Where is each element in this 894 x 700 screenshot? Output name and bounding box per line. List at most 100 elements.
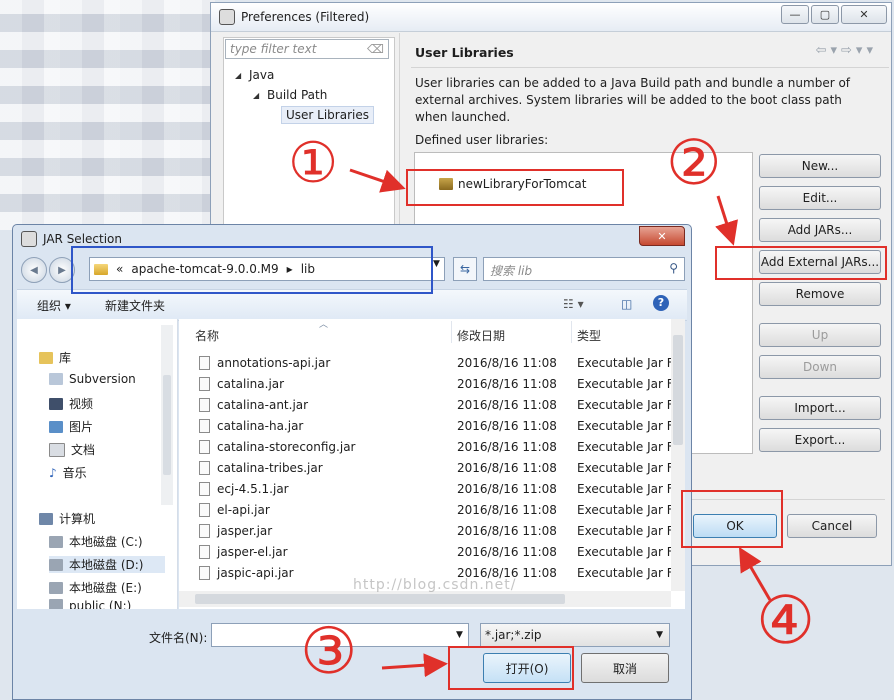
file-type: Executable Jar File [577,524,671,538]
address-dropdown-icon[interactable]: ▼ [433,259,440,269]
down-button[interactable]: Down [759,355,881,379]
nav-scrollbar-thumb[interactable] [163,375,171,475]
add-jars-button[interactable]: Add JARs... [759,218,881,242]
column-name[interactable]: 名称 [195,327,219,344]
file-row[interactable]: jasper.jar 2016/8/16 11:08 Executable Jar … [197,521,671,542]
cancel-button[interactable]: Cancel [787,514,877,538]
tree-item-java[interactable]: Java [249,68,274,82]
close-button[interactable]: ✕ [841,5,887,24]
eclipse-app-icon [219,9,235,25]
subversion-icon [49,373,63,385]
computer-icon [39,512,53,525]
file-date: 2016/8/16 11:08 [457,419,557,433]
file-name: jaspic-api.jar [217,566,294,580]
nav-subversion-label: Subversion [69,372,136,386]
up-button[interactable]: Up [759,323,881,347]
nav-subversion[interactable]: Subversion [49,372,136,386]
help-icon[interactable]: ? [653,295,669,311]
file-type: Executable Jar File [577,398,671,412]
file-row[interactable]: catalina-ha.jar 2016/8/16 11:08 Executable… [197,416,671,437]
nav-drive-c-label: 本地磁盘 (C:) [69,535,143,549]
file-date: 2016/8/16 11:08 [457,524,557,538]
collapse-build-path-icon[interactable]: ◢ [253,91,259,100]
filetype-value: *.jar;*.zip [485,628,542,642]
history-nav[interactable]: ⇦▾⇨▾▾ [816,43,877,58]
export-button[interactable]: Export... [759,428,881,452]
file-name: jasper-el.jar [217,545,288,559]
new-folder-button[interactable]: 新建文件夹 [105,297,165,314]
file-list-vscroll-thumb[interactable] [673,335,683,445]
column-date[interactable]: 修改日期 [457,327,505,344]
file-date: 2016/8/16 11:08 [457,503,557,517]
organize-menu[interactable]: 组织 ▾ [37,297,71,314]
tree-item-user-libraries[interactable]: User Libraries [281,106,374,124]
column-divider[interactable] [451,321,452,343]
nav-videos[interactable]: 视频 [49,395,93,412]
nav-drive-n-label: public (N:) [69,599,132,609]
file-row[interactable]: catalina.jar 2016/8/16 11:08 Executable Ja… [197,374,671,395]
jar-dialog-close-button[interactable]: ✕ [639,226,685,246]
page-title: User Libraries [415,45,514,60]
filename-dropdown-icon[interactable]: ▼ [456,630,463,640]
remove-button[interactable]: Remove [759,282,881,306]
nav-drive-c[interactable]: 本地磁盘 (C:) [49,533,143,550]
file-date: 2016/8/16 11:08 [457,461,557,475]
jar-file-icon [199,545,210,559]
nav-documents-label: 文档 [71,443,96,457]
column-type[interactable]: 类型 [577,327,601,344]
documents-icon [49,442,65,457]
file-type: Executable Jar File [577,545,671,559]
refresh-button[interactable]: ⇆ [453,257,477,281]
jar-file-icon [199,566,210,580]
edit-button[interactable]: Edit... [759,186,881,210]
highlight-add-external [715,246,887,280]
collapse-java-icon[interactable]: ◢ [235,71,241,80]
nav-drive-n[interactable]: public (N:) [49,599,131,609]
drive-e-icon [49,581,63,594]
preview-pane-icon[interactable]: ◫ [621,297,632,311]
file-type: Executable Jar File [577,461,671,475]
file-row[interactable]: el-api.jar 2016/8/16 11:08 Executable Jar … [197,500,671,521]
maximize-button[interactable]: ▢ [811,5,839,24]
nav-libraries[interactable]: 库 [39,349,71,366]
title-divider [411,67,889,68]
file-list-hscroll-thumb[interactable] [195,594,565,604]
filter-input[interactable]: type filter text ⌫ [225,39,389,59]
drive-c-icon [49,535,63,548]
nav-pictures[interactable]: 图片 [49,418,93,435]
column-divider[interactable] [571,321,572,343]
tree-item-build-path[interactable]: Build Path [267,88,327,102]
file-date: 2016/8/16 11:08 [457,482,557,496]
file-row[interactable]: jasper-el.jar 2016/8/16 11:08 Executable J… [197,542,671,563]
back-icon[interactable]: ◀ [21,257,47,283]
nav-drive-d[interactable]: 本地磁盘 (D:) [49,556,165,573]
jar-file-icon [199,503,210,517]
import-button[interactable]: Import... [759,396,881,420]
file-row[interactable]: catalina-tribes.jar 2016/8/16 11:08 Execut… [197,458,671,479]
clear-filter-icon[interactable]: ⌫ [367,42,384,56]
filter-placeholder: type filter text [230,42,317,56]
file-name: catalina.jar [217,377,285,391]
nav-music[interactable]: ♪ 音乐 [49,464,87,481]
view-options-icon[interactable]: ☷ ▾ [563,297,584,311]
search-input[interactable]: 搜索 lib ⚲ [483,257,685,281]
nav-drive-e[interactable]: 本地磁盘 (E:) [49,579,142,596]
nav-computer[interactable]: 计算机 [39,510,95,527]
nav-pictures-label: 图片 [69,420,94,434]
network-drive-icon [49,599,63,609]
filetype-select[interactable]: *.jar;*.zip ▼ [480,623,670,647]
blurred-background-overlay [0,0,215,230]
file-date: 2016/8/16 11:08 [457,377,557,391]
file-row[interactable]: catalina-ant.jar 2016/8/16 11:08 Executabl… [197,395,671,416]
new-button[interactable]: New... [759,154,881,178]
minimize-button[interactable]: — [781,5,809,24]
file-row[interactable]: catalina-storeconfig.jar 2016/8/16 11:08 E… [197,437,671,458]
nav-documents[interactable]: 文档 [49,441,95,458]
step3-marker: ③ [300,615,358,689]
file-name: catalina-storeconfig.jar [217,440,356,454]
defined-libraries-label: Defined user libraries: [415,133,549,147]
file-row[interactable]: annotations-api.jar 2016/8/16 11:08 Execut… [197,353,671,374]
file-name: annotations-api.jar [217,356,331,370]
cancel-open-button[interactable]: 取消 [581,653,669,683]
file-row[interactable]: ecj-4.5.1.jar 2016/8/16 11:08 Executable J… [197,479,671,500]
